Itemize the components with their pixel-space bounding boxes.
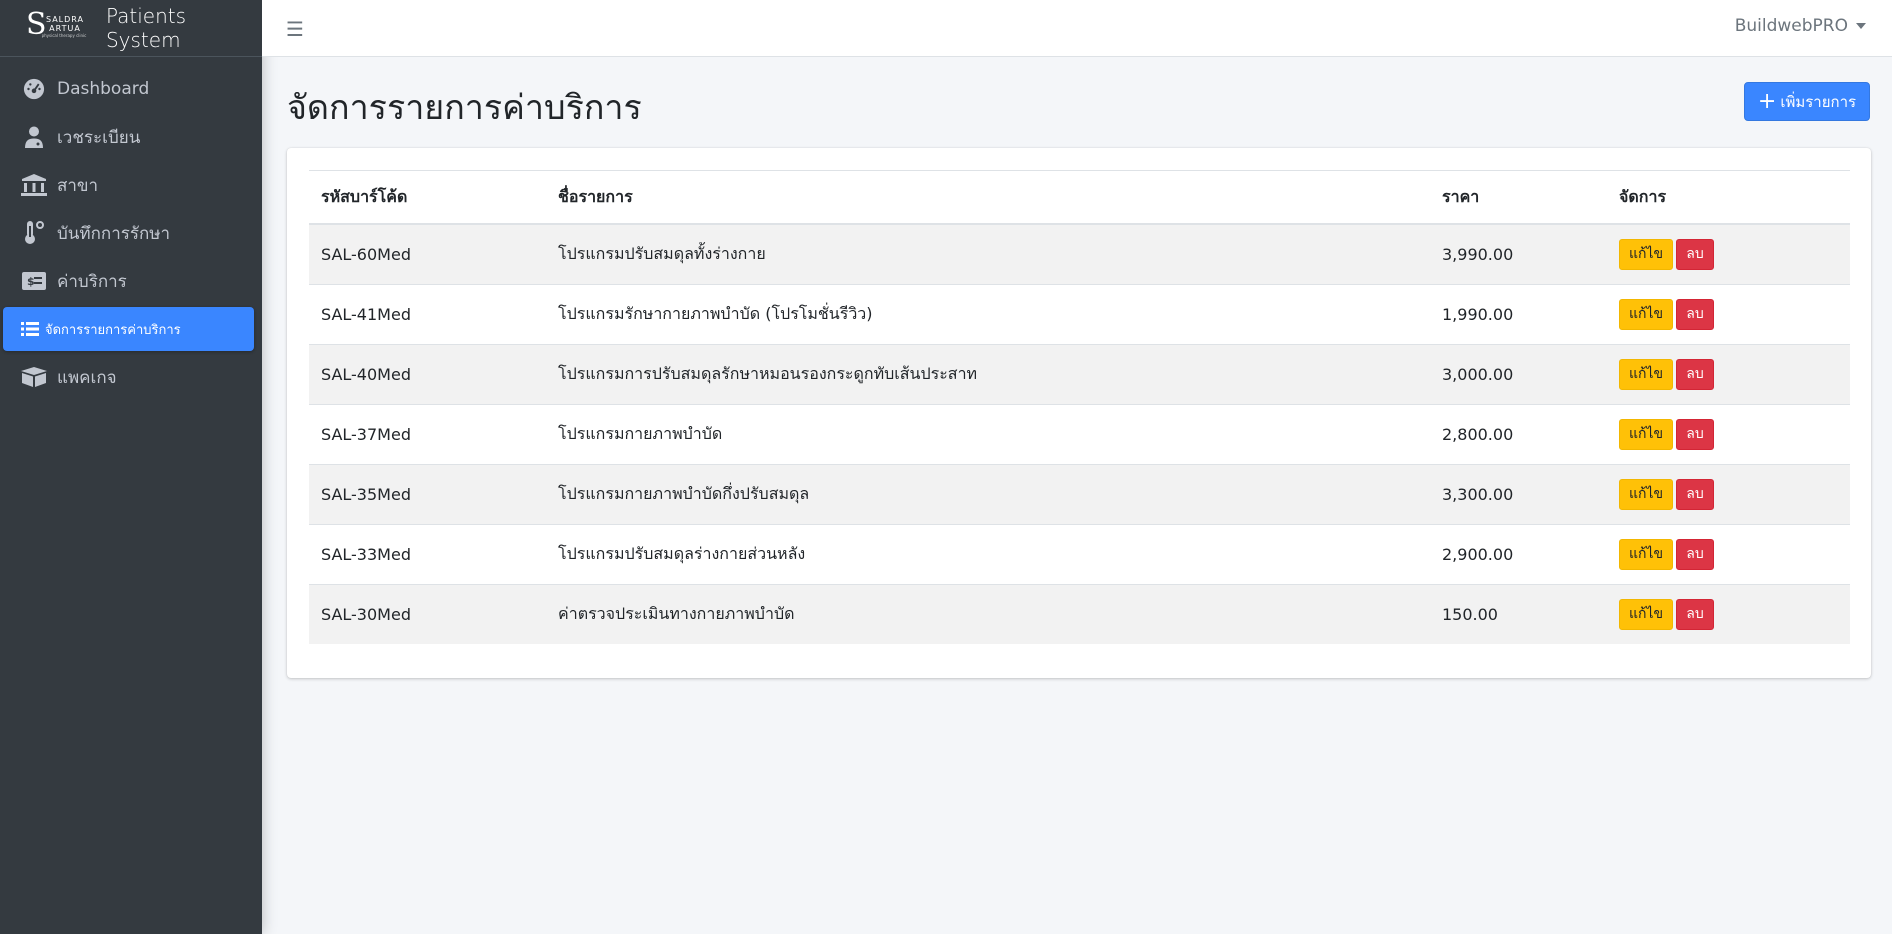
cell-name: โปรแกรมรักษากายภาพบำบัด (โปรโมชั่นรีวิว) <box>546 284 1430 345</box>
header-actions: จัดการ <box>1607 170 1850 225</box>
svg-text:$: $ <box>27 275 35 288</box>
cell-price: 3,990.00 <box>1430 223 1607 285</box>
cell-name: โปรแกรมปรับสมดุลร่างกายส่วนหลัง <box>546 524 1430 585</box>
table-row: SAL-40Med โปรแกรมการปรับสมดุลรักษาหมอนรอ… <box>309 344 1850 405</box>
logo-line-1: SALDRA <box>45 14 84 24</box>
sidebar-item-medical-records[interactable]: เวชระเบียน <box>3 115 254 159</box>
add-item-button[interactable]: + เพิ่มรายการ <box>1744 82 1870 121</box>
table-row: SAL-33Med โปรแกรมปรับสมดุลร่างกายส่วนหลั… <box>309 524 1850 585</box>
table-row: SAL-60Med โปรแกรมปรับสมดุลทั้งร่างกาย 3,… <box>309 223 1850 285</box>
cell-actions: แก้ไข ลบ <box>1607 584 1850 644</box>
edit-button[interactable]: แก้ไข <box>1619 419 1673 450</box>
top-navbar: ☰ BuildwebPRO <box>262 0 1892 57</box>
plus-icon: + <box>1757 88 1777 114</box>
sidebar-nav: Dashboard เวชระเบียน สาขา บันทึกการรักษา… <box>0 57 262 399</box>
cell-code: SAL-37Med <box>309 404 546 465</box>
service-items-card: รหัสบาร์โค้ด ชื่อรายการ ราคา จัดการ SAL-… <box>287 148 1871 678</box>
edit-button[interactable]: แก้ไข <box>1619 299 1673 330</box>
list-icon <box>21 317 39 341</box>
edit-button[interactable]: แก้ไข <box>1619 479 1673 510</box>
header-price: ราคา <box>1430 170 1607 225</box>
delete-button[interactable]: ลบ <box>1676 539 1714 570</box>
sidebar-item-label: เวชระเบียน <box>57 127 141 148</box>
cell-actions: แก้ไข ลบ <box>1607 404 1850 465</box>
table-row: SAL-35Med โปรแกรมกายภาพบำบัดกึ่งปรับสมดุ… <box>309 464 1850 525</box>
edit-button[interactable]: แก้ไข <box>1619 599 1673 630</box>
cell-actions: แก้ไข ลบ <box>1607 223 1850 285</box>
thermometer-icon <box>21 221 47 245</box>
sidebar-item-label: Dashboard <box>57 79 150 99</box>
caret-down-icon <box>1856 23 1866 29</box>
cell-price: 2,900.00 <box>1430 524 1607 585</box>
cell-price: 1,990.00 <box>1430 284 1607 345</box>
boxes-icon <box>21 365 47 389</box>
table-header-row: รหัสบาร์โค้ด ชื่อรายการ ราคา จัดการ <box>309 170 1850 225</box>
cell-price: 150.00 <box>1430 584 1607 644</box>
delete-button[interactable]: ลบ <box>1676 479 1714 510</box>
cell-name: โปรแกรมการปรับสมดุลรักษาหมอนรองกระดูกทับ… <box>546 344 1430 405</box>
service-items-table: รหัสบาร์โค้ด ชื่อรายการ ราคา จัดการ SAL-… <box>309 170 1850 644</box>
cell-name: โปรแกรมกายภาพบำบัดกึ่งปรับสมดุล <box>546 464 1430 525</box>
sidebar-item-label: แพคเกจ <box>57 367 117 388</box>
delete-button[interactable]: ลบ <box>1676 299 1714 330</box>
sidebar-item-label: สาขา <box>57 175 99 196</box>
cell-actions: แก้ไข ลบ <box>1607 284 1850 345</box>
table-row: SAL-37Med โปรแกรมกายภาพบำบัด 2,800.00 แก… <box>309 404 1850 465</box>
sidebar-item-label: ค่าบริการ <box>57 271 127 292</box>
logo-line-3: physical therapy clinic <box>41 32 87 38</box>
header-item-name: ชื่อรายการ <box>546 170 1430 225</box>
cell-price: 3,000.00 <box>1430 344 1607 405</box>
money-bill-icon: $ <box>21 269 47 293</box>
sidebar-item-treatment-records[interactable]: บันทึกการรักษา <box>3 211 254 255</box>
user-name: BuildwebPRO <box>1734 16 1848 36</box>
page-title: จัดการรายการค่าบริการ <box>287 88 642 128</box>
sidebar-item-branches[interactable]: สาขา <box>3 163 254 207</box>
cell-name: โปรแกรมปรับสมดุลทั้งร่างกาย <box>546 223 1430 285</box>
table-row: SAL-41Med โปรแกรมรักษากายภาพบำบัด (โปรโม… <box>309 284 1850 345</box>
cell-code: SAL-41Med <box>309 284 546 345</box>
user-menu-dropdown[interactable]: BuildwebPRO <box>1735 16 1866 36</box>
sidebar-item-packages[interactable]: แพคเกจ <box>3 355 254 399</box>
cell-price: 3,300.00 <box>1430 464 1607 525</box>
cell-price: 2,800.00 <box>1430 404 1607 465</box>
delete-button[interactable]: ลบ <box>1676 359 1714 390</box>
brand-logo: S SALDRA ARTUA physical therapy clinic <box>26 7 87 42</box>
hamburger-icon[interactable]: ☰ <box>286 17 304 41</box>
brand-name: Patients System <box>105 4 187 52</box>
dashboard-gauge-icon <box>21 77 47 101</box>
cell-actions: แก้ไข ลบ <box>1607 344 1850 405</box>
cell-actions: แก้ไข ลบ <box>1607 524 1850 585</box>
cell-code: SAL-40Med <box>309 344 546 405</box>
header-barcode: รหัสบาร์โค้ด <box>309 170 546 225</box>
cell-actions: แก้ไข ลบ <box>1607 464 1850 525</box>
sidebar-item-label: จัดการรายการค่าบริการ <box>45 322 181 338</box>
brand[interactable]: S SALDRA ARTUA physical therapy clinic P… <box>0 0 262 57</box>
sidebar-item-dashboard[interactable]: Dashboard <box>3 67 254 111</box>
cell-code: SAL-33Med <box>309 524 546 585</box>
sidebar-item-service-fees[interactable]: $ ค่าบริการ <box>3 259 254 303</box>
delete-button[interactable]: ลบ <box>1676 419 1714 450</box>
add-item-label: เพิ่มรายการ <box>1780 92 1857 111</box>
edit-button[interactable]: แก้ไข <box>1619 539 1673 570</box>
cell-code: SAL-30Med <box>309 584 546 644</box>
edit-button[interactable]: แก้ไข <box>1619 239 1673 270</box>
cell-name: โปรแกรมกายภาพบำบัด <box>546 404 1430 465</box>
delete-button[interactable]: ลบ <box>1676 239 1714 270</box>
sidebar-item-manage-service-items[interactable]: จัดการรายการค่าบริการ <box>3 307 254 351</box>
table-row: SAL-30Med ค่าตรวจประเมินทางกายภาพบำบัด 1… <box>309 584 1850 644</box>
cell-code: SAL-35Med <box>309 464 546 525</box>
edit-button[interactable]: แก้ไข <box>1619 359 1673 390</box>
user-doctor-icon <box>21 125 47 149</box>
logo-line-2: ARTUA <box>49 23 81 33</box>
cell-code: SAL-60Med <box>309 223 546 285</box>
sidebar-item-label: บันทึกการรักษา <box>57 223 171 244</box>
cell-name: ค่าตรวจประเมินทางกายภาพบำบัด <box>546 584 1430 644</box>
delete-button[interactable]: ลบ <box>1676 599 1714 630</box>
sidebar: S SALDRA ARTUA physical therapy clinic P… <box>0 0 262 934</box>
building-icon <box>21 173 47 197</box>
